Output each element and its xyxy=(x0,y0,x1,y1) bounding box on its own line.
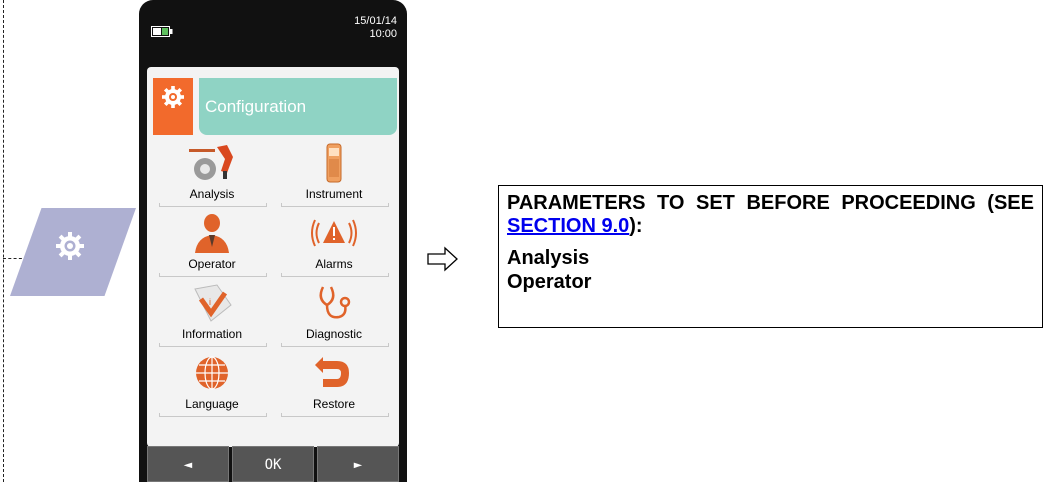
gear-icon xyxy=(162,86,184,108)
item-underline xyxy=(159,413,267,417)
menu-item-label: Language xyxy=(185,397,239,411)
menu-item-information[interactable]: i Information xyxy=(153,279,271,347)
gear-icon xyxy=(56,232,84,260)
menu-item-operator[interactable]: Operator xyxy=(153,209,271,277)
item-underline xyxy=(281,343,389,347)
menu-item-language[interactable]: Language xyxy=(153,349,271,417)
menu-item-diagnostic[interactable]: Diagnostic xyxy=(275,279,393,347)
date-text: 15/01/14 xyxy=(354,15,397,27)
time-text: 10:00 xyxy=(369,28,397,40)
menu-screen: Configuration Analysis Instrument Operat… xyxy=(147,67,399,447)
globe-icon xyxy=(196,356,228,390)
note-item: Analysis xyxy=(507,247,590,269)
note-heading: PARAMETERS TO SET BEFORE PROCEEDING (SEE… xyxy=(507,192,1034,238)
item-underline xyxy=(159,343,267,347)
instrument-icon xyxy=(326,143,342,183)
menu-item-label: Restore xyxy=(312,397,356,411)
stethoscope-icon xyxy=(319,286,351,319)
menu-item-label: Diagnostic xyxy=(305,327,363,341)
note-heading-suffix: ): xyxy=(629,215,643,237)
menu-item-label: Alarms xyxy=(315,257,353,271)
svg-text:i: i xyxy=(209,297,211,307)
item-underline xyxy=(281,413,389,417)
operator-icon xyxy=(195,214,229,253)
left-arrow-button[interactable]: ◄ xyxy=(147,446,229,482)
battery-icon xyxy=(151,26,173,37)
item-underline xyxy=(281,273,389,277)
section-link[interactable]: SECTION 9.0 xyxy=(507,215,629,237)
parameters-note-box: PARAMETERS TO SET BEFORE PROCEEDING (SEE… xyxy=(498,185,1043,328)
analyzer-device: 15/01/14 10:00 Configuration Analysis In… xyxy=(139,0,407,482)
menu-item-restore[interactable]: Restore xyxy=(275,349,393,417)
note-item: Operator xyxy=(507,271,592,293)
item-underline xyxy=(159,273,267,277)
dashed-guide-line xyxy=(3,0,4,482)
configuration-header-icon xyxy=(153,78,193,135)
arrow-right-icon xyxy=(427,246,458,272)
date-time: 15/01/14 10:00 xyxy=(354,15,397,41)
status-bar: 15/01/14 10:00 xyxy=(139,0,407,56)
alarm-icon xyxy=(311,219,357,247)
menu-item-analysis[interactable]: Analysis xyxy=(153,139,271,207)
menu-item-label: Instrument xyxy=(305,187,363,201)
menu-item-alarms[interactable]: Alarms xyxy=(275,209,393,277)
menu-item-label: Analysis xyxy=(189,187,235,201)
menu-item-label: Operator xyxy=(188,257,236,271)
right-arrow-button[interactable]: ► xyxy=(317,446,399,482)
information-icon: i xyxy=(194,284,232,322)
analysis-icon xyxy=(189,145,233,180)
item-underline xyxy=(159,203,267,207)
note-heading-text: PARAMETERS TO SET BEFORE PROCEEDING (SEE xyxy=(507,192,1034,214)
softkey-bar: ◄ OK ► xyxy=(147,446,399,482)
ok-button[interactable]: OK xyxy=(232,446,314,482)
item-underline xyxy=(281,203,389,207)
menu-item-label: Information xyxy=(181,327,243,341)
restore-icon xyxy=(315,357,349,387)
menu-title: Configuration xyxy=(199,78,397,135)
menu-item-instrument[interactable]: Instrument xyxy=(275,139,393,207)
